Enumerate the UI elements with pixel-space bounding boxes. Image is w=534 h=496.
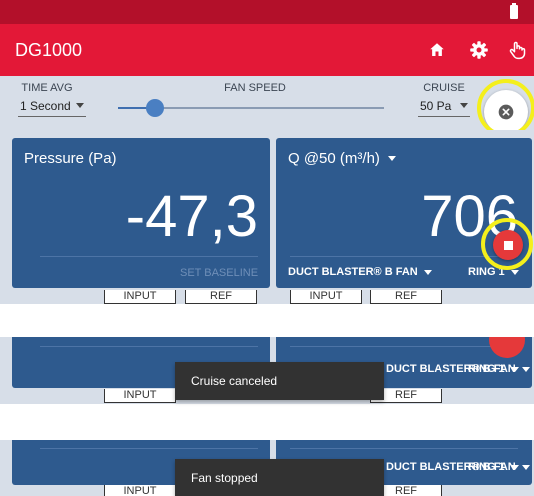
divider bbox=[290, 448, 518, 449]
divider bbox=[40, 448, 258, 449]
stop-fan-button[interactable] bbox=[489, 337, 525, 358]
flow-tile-title-select[interactable]: Q @50 (m³/h) bbox=[288, 150, 396, 167]
tab-input[interactable]: INPUT bbox=[104, 485, 176, 496]
tab-ref[interactable]: REF bbox=[185, 290, 257, 304]
tab-ref[interactable]: REF bbox=[370, 290, 442, 304]
device-select[interactable]: DUCT BLASTER® B FAN bbox=[288, 266, 432, 278]
pressure-tile-title: Pressure (Pa) bbox=[24, 150, 117, 167]
cruise-label: CRUISE bbox=[423, 82, 465, 94]
ring-select[interactable]: RING 1 bbox=[468, 363, 519, 375]
status-bar bbox=[0, 0, 534, 24]
app-title: DG1000 bbox=[15, 40, 83, 60]
time-avg-select[interactable]: 1 Second bbox=[18, 95, 86, 117]
snackbar: Fan stopped bbox=[175, 459, 384, 496]
highlight-ring bbox=[477, 79, 534, 137]
cruise-value: 50 Pa bbox=[420, 98, 452, 113]
time-avg-label: TIME AVG bbox=[21, 82, 73, 94]
ring-label: RING 1 bbox=[468, 461, 505, 473]
hand-touch-icon[interactable] bbox=[505, 38, 529, 62]
divider bbox=[40, 346, 258, 347]
chevron-down-icon bbox=[423, 269, 432, 275]
fan-speed-label: FAN SPEED bbox=[224, 82, 286, 94]
gear-icon[interactable] bbox=[467, 38, 491, 62]
chevron-down-icon bbox=[510, 366, 519, 372]
chevron-down-icon bbox=[510, 464, 519, 470]
chevron-down-icon bbox=[387, 156, 396, 161]
divider bbox=[40, 256, 258, 257]
tab-input[interactable]: INPUT bbox=[104, 389, 176, 403]
tab-input[interactable]: INPUT bbox=[104, 290, 176, 304]
device-label: DUCT BLASTER® B FAN bbox=[288, 266, 418, 278]
snackbar: Cruise canceled bbox=[175, 362, 384, 400]
chevron-down-icon bbox=[460, 103, 468, 108]
time-avg-value: 1 Second bbox=[20, 98, 71, 113]
ring-label: RING 1 bbox=[468, 363, 505, 375]
highlight-ring bbox=[481, 218, 533, 270]
set-baseline-button[interactable]: SET BASELINE bbox=[180, 267, 258, 279]
pressure-value: -47,3 bbox=[125, 184, 258, 249]
ring-select[interactable]: RING 1 bbox=[468, 461, 519, 473]
battery-icon bbox=[510, 3, 518, 19]
snackbar-message: Cruise canceled bbox=[191, 374, 278, 388]
divider bbox=[290, 346, 518, 347]
chevron-down-icon bbox=[76, 103, 84, 108]
chevron-down-icon bbox=[521, 464, 530, 470]
chevron-down-icon bbox=[521, 366, 530, 372]
home-icon[interactable] bbox=[425, 38, 449, 62]
snackbar-message: Fan stopped bbox=[191, 470, 258, 485]
cruise-select[interactable]: 50 Pa bbox=[418, 95, 470, 117]
flow-tile-title: Q @50 (m³/h) bbox=[288, 150, 380, 167]
tab-input[interactable]: INPUT bbox=[290, 290, 362, 304]
chevron-down-icon bbox=[510, 269, 519, 275]
